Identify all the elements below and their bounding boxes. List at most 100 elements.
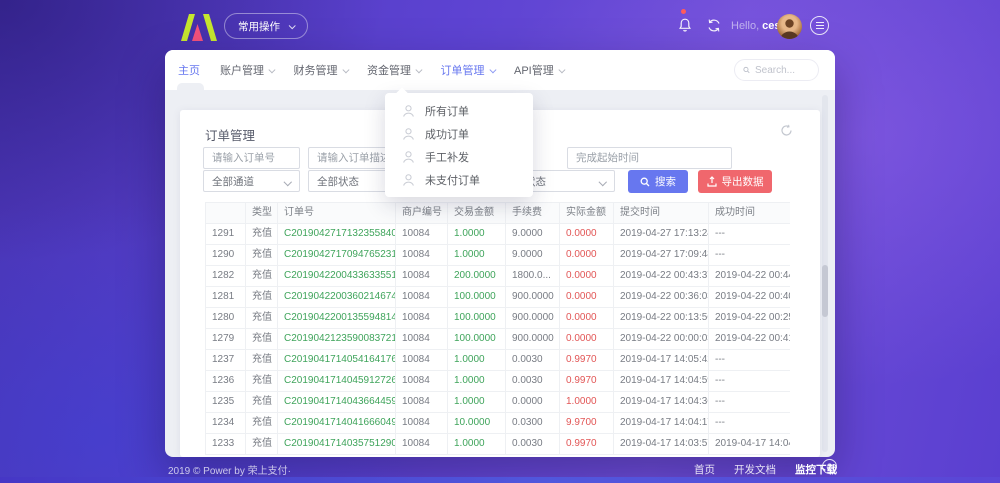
footer-links: 首页 开发文档 监控下载 [694, 462, 837, 477]
bell-icon[interactable] [677, 17, 693, 39]
cell-actual-amount: 1.0000 [560, 392, 614, 413]
dropdown-item-label: 成功订单 [425, 126, 469, 142]
quick-actions-button[interactable]: 常用操作 [224, 13, 308, 39]
channel-select[interactable]: 全部通道 [203, 170, 300, 192]
dropdown-item-label: 手工补发 [425, 149, 469, 165]
cell-fee: 1800.0... [506, 266, 560, 287]
cell-actual-amount: 0.9970 [560, 350, 614, 371]
cell-id: 1235 [206, 392, 246, 413]
export-button[interactable]: 导出数据 [698, 170, 772, 193]
cell-type: 充值 [246, 350, 278, 371]
cell-submit-time: 2019-04-27 17:09:48 [614, 245, 709, 266]
cell-id: 1281 [206, 287, 246, 308]
table-row: 1280 充值 C20190422001355948144 10084 100.… [206, 308, 791, 329]
cell-submit-time: 2019-04-17 14:04:17 [614, 413, 709, 434]
sync-icon[interactable] [706, 17, 722, 39]
nav-item[interactable]: 主页 [178, 62, 200, 78]
cell-order-number-link[interactable]: C20190417140357512909 [278, 434, 396, 455]
cell-success-time: --- [709, 224, 791, 245]
cell-merchant: 10084 [396, 434, 448, 455]
dropdown-item-label: 所有订单 [425, 103, 469, 119]
cell-id: 1291 [206, 224, 246, 245]
dropdown-item[interactable]: 手工补发 [385, 145, 533, 168]
table-row: 1281 充值 C20190422003602146746 10084 100.… [206, 287, 791, 308]
table-row: 1236 充值 C20190417140459127268 10084 1.00… [206, 371, 791, 392]
app-logo[interactable] [178, 13, 218, 47]
cell-merchant: 10084 [396, 329, 448, 350]
search-button[interactable]: 搜索 [628, 170, 688, 193]
cell-order-number-link[interactable]: C20190417140541641763 [278, 350, 396, 371]
cell-merchant: 10084 [396, 224, 448, 245]
table-row: 1235 充值 C20190417140436644591 10084 1.00… [206, 392, 791, 413]
table-row: 1237 充值 C20190417140541641763 10084 1.00… [206, 350, 791, 371]
cell-amount: 1.0000 [448, 350, 506, 371]
cell-actual-amount: 0.0000 [560, 329, 614, 350]
footer-link[interactable]: 开发文档 [734, 462, 776, 477]
table-row: 1234 充值 C20190417140416660493 10084 10.0… [206, 413, 791, 434]
search-box[interactable] [734, 59, 819, 81]
footer-link[interactable]: 首页 [694, 462, 715, 477]
cell-order-number-link[interactable]: C20190422001355948144 [278, 308, 396, 329]
order-number-input[interactable] [204, 148, 299, 168]
cell-merchant: 10084 [396, 287, 448, 308]
table-row: 1282 充值 C20190422004336335519 10084 200.… [206, 266, 791, 287]
avatar[interactable] [777, 14, 802, 39]
menu-icon[interactable] [810, 16, 829, 35]
finish-start-time-input[interactable] [568, 148, 731, 168]
cell-order-number-link[interactable]: C20190417140459127268 [278, 371, 396, 392]
cell-actual-amount: 0.0000 [560, 287, 614, 308]
refresh-icon[interactable] [780, 124, 793, 142]
nav-item-label: 订单管理 [441, 62, 485, 78]
table-row: 1233 充值 C20190417140357512909 10084 1.00… [206, 434, 791, 455]
nav-item[interactable]: API管理 [514, 62, 563, 78]
cell-amount: 200.0000 [448, 266, 506, 287]
cell-amount: 1.0000 [448, 224, 506, 245]
cell-order-number-link[interactable]: C20190427170947652310 [278, 245, 396, 266]
nav-item[interactable]: 资金管理 [367, 62, 421, 78]
column-header: 类型 [246, 203, 278, 224]
nav-item[interactable]: 订单管理 [441, 62, 495, 78]
dropdown-item[interactable]: 成功订单 [385, 122, 533, 145]
cell-id: 1236 [206, 371, 246, 392]
cell-id: 1234 [206, 413, 246, 434]
cell-order-number-link[interactable]: C20190422004336335519 [278, 266, 396, 287]
cell-submit-time: 2019-04-22 00:13:56 [614, 308, 709, 329]
cell-order-number-link[interactable]: C20190422003602146746 [278, 287, 396, 308]
cell-actual-amount: 0.0000 [560, 266, 614, 287]
cell-submit-time: 2019-04-17 14:04:36 [614, 392, 709, 413]
cell-order-number-link[interactable]: C20190421235900837210 [278, 329, 396, 350]
nav-item-label: 账户管理 [220, 62, 264, 78]
cell-actual-amount: 0.9970 [560, 434, 614, 455]
cell-order-number-link[interactable]: C20190427171323558404 [278, 224, 396, 245]
search-icon [743, 65, 750, 75]
cell-success-time: 2019-04-22 00:41:14 [709, 329, 791, 350]
cell-fee: 0.0030 [506, 434, 560, 455]
cell-actual-amount: 0.0000 [560, 308, 614, 329]
nav-item-label: 资金管理 [367, 62, 411, 78]
search-input[interactable] [755, 65, 810, 76]
cell-order-number-link[interactable]: C20190417140416660493 [278, 413, 396, 434]
cell-fee: 9.0000 [506, 224, 560, 245]
nav-item[interactable]: 账户管理 [220, 62, 274, 78]
cell-actual-amount: 0.0000 [560, 245, 614, 266]
cell-id: 1282 [206, 266, 246, 287]
cell-success-time: 2019-04-22 00:40:07 [709, 287, 791, 308]
cell-submit-time: 2019-04-22 00:43:37 [614, 266, 709, 287]
cell-type: 充值 [246, 392, 278, 413]
export-icon [707, 176, 717, 187]
chevron-down-icon [342, 66, 348, 72]
user-icon [402, 173, 415, 187]
cell-success-time: --- [709, 392, 791, 413]
cell-success-time: 2019-04-17 14:04:35 [709, 434, 791, 455]
dropdown-item-label: 未支付订单 [425, 172, 480, 188]
dropdown-item[interactable]: 未支付订单 [385, 168, 533, 191]
help-icon[interactable]: ? [822, 459, 837, 474]
dropdown-item[interactable]: 所有订单 [385, 99, 533, 122]
cell-type: 充值 [246, 434, 278, 455]
cell-order-number-link[interactable]: C20190417140436644591 [278, 392, 396, 413]
scrollbar-thumb[interactable] [822, 265, 828, 317]
nav-item[interactable]: 财务管理 [294, 62, 348, 78]
cell-success-time: --- [709, 371, 791, 392]
chevron-down-icon [289, 22, 296, 29]
cell-merchant: 10084 [396, 371, 448, 392]
